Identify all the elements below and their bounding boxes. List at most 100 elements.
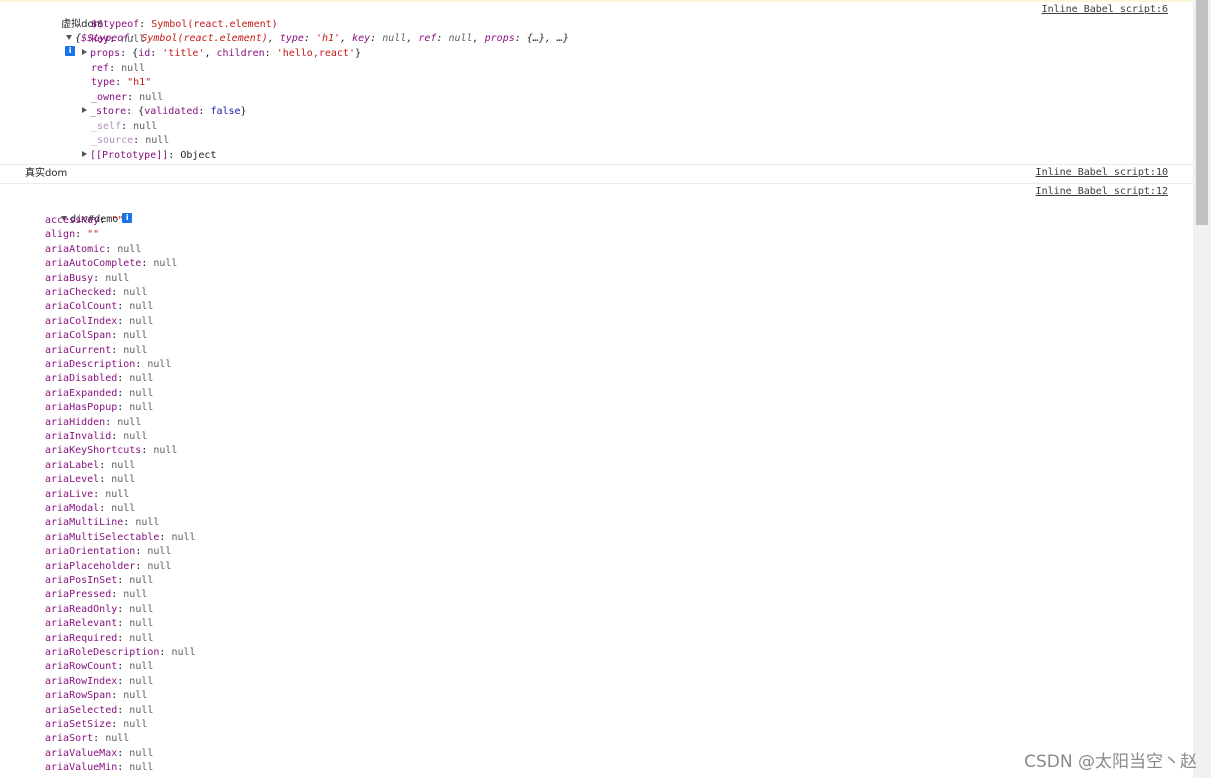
dom-property-row: ariaColIndex: null [45,315,153,329]
console-message-dom: Inline Babel script:12 div#demo i accessK… [0,184,1193,778]
scrollbar-thumb[interactable] [1196,0,1208,225]
property-key: accessKey [45,215,100,226]
property-colon: : [117,402,130,414]
dom-property-row: ariaLevel: null [45,473,135,487]
property-colon: : [93,733,106,745]
dom-property-row: align: "" [45,228,99,242]
dom-property-row: ariaMultiLine: null [45,516,159,530]
dom-property-row: ariaReadOnly: null [45,603,153,617]
vertical-scrollbar[interactable] [1193,0,1211,778]
property-value: null [105,272,130,284]
property-key: ariaAtomic [45,243,106,255]
property-value: null [129,301,154,313]
property-value: "" [111,215,124,226]
dom-property-row: ariaPressed: null [45,588,147,602]
value-token: : [150,48,163,59]
property-value: null [129,618,154,630]
property-value: null [153,258,178,270]
vdom-property-row: $$typeof: Symbol(react.element) [91,18,278,32]
property-value: null [133,120,158,132]
triangle-right-icon[interactable] [82,107,87,113]
source-link-vdom[interactable]: Inline Babel script:6 [1042,4,1168,15]
property-key: ariaExpanded [45,387,118,399]
property-colon: : [93,488,106,500]
summary-key: ref [418,33,437,44]
property-colon: : [117,704,130,716]
dom-property-row: ariaSelected: null [45,704,153,718]
value-token: } [240,106,247,117]
property-value: null [129,762,154,774]
summary-value: {…} [526,33,545,44]
property-key: ariaPressed [45,589,112,601]
property-colon: : [121,120,134,132]
summary-separator: , [406,33,419,44]
summary-separator: , [267,33,280,44]
dom-property-row: ariaPosInSet: null [45,574,153,588]
property-key: props [90,48,121,59]
property-value: null [123,719,148,730]
dom-property-row: ariaRoleDescription: null [45,646,196,660]
property-key: ariaOrientation [45,546,136,558]
value-token: 'hello,react' [276,48,355,59]
property-value: null [147,560,172,572]
property-colon: : [168,149,181,161]
property-key: ariaDisabled [45,373,118,385]
dom-property-row: ariaColCount: null [45,300,153,314]
property-key: ariaRoleDescription [45,647,160,658]
property-key: ariaChecked [45,287,112,298]
property-colon: : [99,474,112,486]
source-link-real[interactable]: Inline Babel script:10 [1036,167,1168,178]
property-colon: : [117,675,130,687]
vdom-property-row: _self: null [91,120,157,134]
property-value: null [129,747,154,759]
property-key: ariaMultiSelectable [45,531,160,543]
property-colon: : [111,330,124,342]
property-value: null [111,474,136,486]
property-colon: : [117,618,130,630]
property-value: null [121,62,146,74]
property-value: null [129,603,154,615]
property-key: ariaSort [45,733,94,745]
triangle-right-icon[interactable] [82,49,87,55]
property-value: null [135,517,160,529]
property-key: ariaReadOnly [45,603,118,615]
info-icon[interactable]: i [122,213,133,223]
console-message-vdom: Inline Babel script:6 虚拟dom {$$typeof: S… [0,2,1193,165]
property-key: ariaHasPopup [45,402,118,414]
property-value: null [123,287,148,298]
property-value: null [123,690,148,702]
property-value: null [145,135,170,146]
dom-property-row: ariaValueMin: null [45,761,153,775]
property-colon: : [117,603,130,615]
property-colon: : [135,560,148,572]
property-value: null [129,373,154,385]
dom-property-row: ariaCurrent: null [45,344,147,358]
property-colon: : [99,459,112,471]
property-colon: : [105,243,118,255]
property-value: null [139,91,164,103]
property-key: ariaColSpan [45,330,112,342]
triangle-down-icon[interactable] [66,34,73,40]
property-colon: : [117,575,130,586]
dom-property-row: ariaColSpan: null [45,329,147,343]
property-key: ariaBusy [45,272,94,284]
property-key: ariaInvalid [45,431,112,442]
property-colon: : [135,546,148,558]
dom-property-row: ariaAtomic: null [45,243,141,257]
vdom-summary-line[interactable]: 虚拟dom {$$typeof: Symbol(react.element), … [25,4,569,56]
value-token: 'title' [162,48,205,59]
vdom-property-row[interactable]: _store: {validated: false} [82,105,247,119]
property-colon: : [127,91,140,103]
property-key: ariaKeyShortcuts [45,445,142,457]
property-value: null [129,675,154,687]
info-icon[interactable]: i [65,46,76,56]
value-token: children [216,48,265,59]
triangle-right-icon[interactable] [82,150,87,157]
value-token: validated [144,106,199,117]
property-value: null [129,402,154,414]
vdom-property-row[interactable]: props: {id: 'title', children: 'hello,re… [82,47,361,61]
property-value: null [123,330,148,342]
dom-element-line[interactable]: div#demo i [25,199,133,225]
vdom-property-row[interactable]: [[Prototype]]: Object [82,149,216,163]
source-link-dom[interactable]: Inline Babel script:12 [1036,186,1168,197]
